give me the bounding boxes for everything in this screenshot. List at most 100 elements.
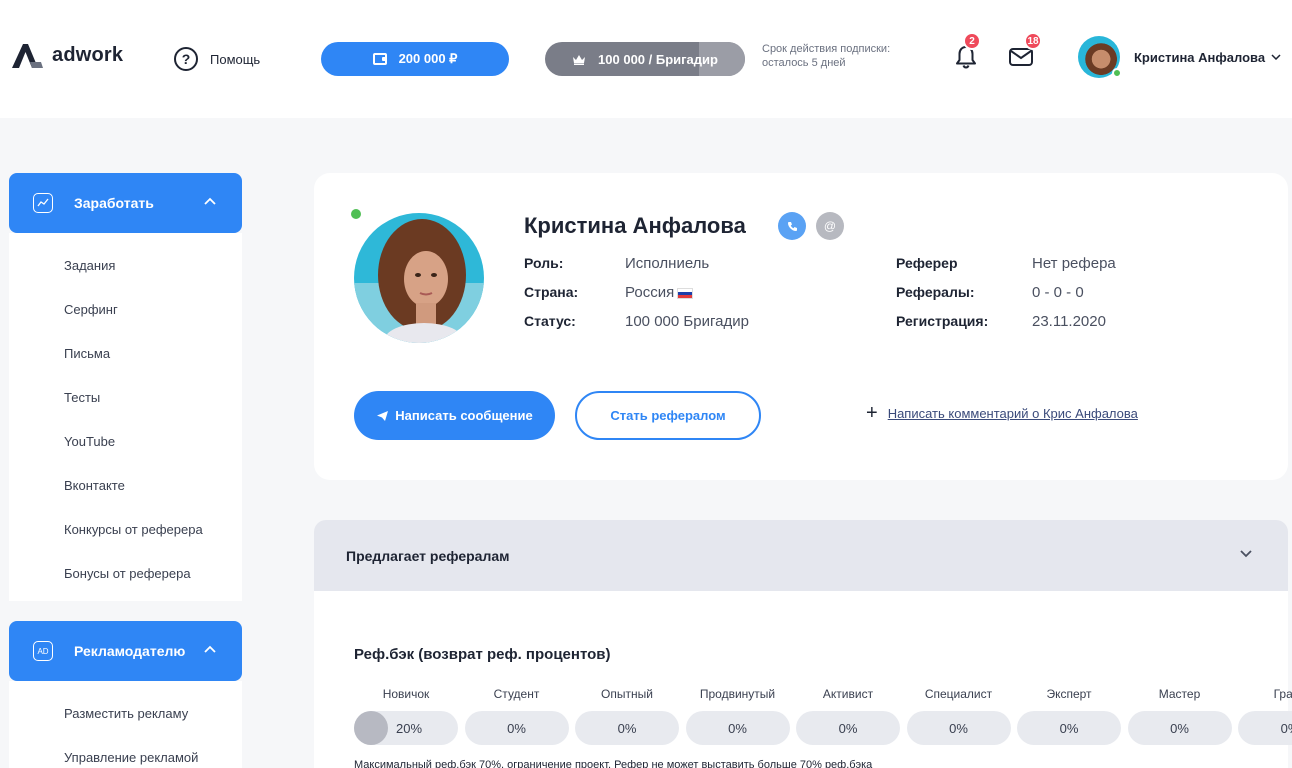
chevron-down-icon <box>1271 54 1281 60</box>
info-key: Рефералы: <box>896 284 975 300</box>
level-value-slider[interactable]: 0% <box>1127 711 1232 745</box>
level-value: 0% <box>838 720 858 736</box>
sidebar-item-vkontakte[interactable]: Вконтакте <box>9 463 242 507</box>
refback-levels: Новичок 20% Студент 0% Опытный 0% Продвинутый 0… <box>354 687 1292 747</box>
refback-level: Гранд 0% <box>1238 687 1292 745</box>
sidebar-item-bonuses[interactable]: Бонусы от реферера <box>9 551 242 595</box>
level-name: Активист <box>822 687 874 701</box>
ad-icon: AD <box>33 641 53 661</box>
level-value-slider[interactable]: 0% <box>1238 711 1292 745</box>
help-button[interactable]: ? Помощь <box>174 47 260 71</box>
level-value-slider[interactable]: 0% <box>796 711 900 745</box>
sidebar-item-youtube[interactable]: YouTube <box>9 419 242 463</box>
info-value: Нет рефера <box>1032 255 1116 272</box>
refback-level: Новичок 20% <box>354 687 458 745</box>
online-indicator <box>351 209 361 219</box>
info-key: Регистрация: <box>896 313 989 329</box>
top-header: adwork ? Помощь 200 000 ₽ 100 000 / Бриг… <box>0 0 1292 118</box>
level-value: 0% <box>1170 720 1189 736</box>
logo[interactable]: adwork <box>10 40 123 70</box>
level-value: 0% <box>728 720 747 736</box>
phone-icon <box>787 221 797 231</box>
chart-icon <box>33 193 53 213</box>
logo-icon <box>12 44 43 68</box>
balance-button[interactable]: 200 000 ₽ <box>321 42 509 76</box>
plan-label: 100 000 / Бригадир <box>598 51 718 67</box>
refback-level: Эксперт 0% <box>1017 687 1121 745</box>
sidebar-item-tasks[interactable]: Задания <box>9 243 242 287</box>
notifications-button[interactable]: 2 <box>953 32 981 75</box>
profile-photo <box>354 213 484 343</box>
write-comment-link[interactable]: + Написать комментарий о Крис Анфалова <box>866 403 1138 423</box>
level-value-slider[interactable]: 0% <box>464 711 569 745</box>
info-value: Россия <box>625 284 675 301</box>
write-message-button[interactable]: Написать сообщение <box>354 391 555 440</box>
refback-level: Студент 0% <box>464 687 569 745</box>
wallet-icon <box>372 53 387 65</box>
sidebar-item-place-ad[interactable]: Разместить рекламу <box>9 691 242 735</box>
refback-level: Мастер 0% <box>1127 687 1232 745</box>
sidebar-item-letters[interactable]: Письма <box>9 331 242 375</box>
subscription-note: Срок действия подписки: осталось 5 дней <box>762 42 912 70</box>
level-value-slider[interactable]: 0% <box>575 711 679 745</box>
info-key: Роль: <box>524 255 564 271</box>
info-value: Исполниель <box>625 255 710 272</box>
level-value: 0% <box>507 720 526 736</box>
refback-level: Опытный 0% <box>575 687 679 745</box>
sidebar-list-earn: Задания Серфинг Письма Тесты YouTube Вко… <box>9 233 242 601</box>
info-value: 100 000 Бригадир <box>625 313 749 330</box>
section-label: Рекламодателю <box>74 643 186 659</box>
slider-handle[interactable] <box>354 711 388 745</box>
sidebar-list-advertiser: Разместить рекламу Управление рекламой <box>9 681 242 768</box>
write-message-label: Написать сообщение <box>395 408 533 423</box>
level-value: 20% <box>396 720 423 736</box>
level-value-slider[interactable]: 0% <box>685 711 790 745</box>
profile-name: Кристина Анфалова <box>524 213 746 238</box>
info-value-wrap: Россия <box>625 284 694 301</box>
chevron-up-icon <box>204 197 216 205</box>
become-referral-button[interactable]: Стать рефералом <box>575 391 761 440</box>
balance-label: 200 000 ₽ <box>398 51 458 66</box>
subscription-note-line2: осталось 5 дней <box>762 57 846 69</box>
sidebar-item-manage-ads[interactable]: Управление рекламой <box>9 735 242 768</box>
email-button[interactable]: @ <box>816 212 844 240</box>
level-value-slider[interactable]: 0% <box>1017 711 1121 745</box>
messages-button[interactable]: 18 <box>1008 32 1042 73</box>
sidebar-item-surfing[interactable]: Серфинг <box>9 287 242 331</box>
phone-button[interactable] <box>778 212 806 240</box>
refback-title: Реф.бэк (возврат реф. процентов) <box>354 646 611 663</box>
subscription-note-line1: Срок действия подписки: <box>762 43 891 55</box>
plan-button[interactable]: 100 000 / Бригадир <box>545 42 745 76</box>
level-value: 0% <box>1059 720 1079 736</box>
sidebar-item-tests[interactable]: Тесты <box>9 375 242 419</box>
level-name: Эксперт <box>1046 687 1092 701</box>
level-value: 0% <box>617 720 637 736</box>
refback-level: Продвинутый 0% <box>685 687 790 745</box>
level-value-slider[interactable]: 20% <box>354 711 458 745</box>
avatar <box>1078 36 1122 78</box>
referral-offers-accordion[interactable]: Предлагает рефералам <box>314 520 1288 591</box>
level-name: Продвинутый <box>699 687 776 701</box>
write-comment-label: Написать комментарий о Крис Анфалова <box>887 405 1138 421</box>
refback-level: Активист 0% <box>796 687 900 745</box>
info-value: 0 - 0 - 0 <box>1032 284 1084 301</box>
crown-icon <box>573 54 586 65</box>
sidebar-section-advertiser[interactable]: AD Рекламодателю <box>9 621 242 681</box>
profile-photo-wrap <box>351 209 484 343</box>
level-name: Гранд <box>1273 687 1292 701</box>
sidebar-item-contests[interactable]: Конкурсы от реферера <box>9 507 242 551</box>
question-icon: ? <box>174 47 198 71</box>
info-value: 23.11.2020 <box>1032 313 1106 330</box>
level-value: 0% <box>949 720 968 736</box>
user-name: Кристина Анфалова <box>1134 49 1266 65</box>
russia-flag-icon <box>677 287 694 299</box>
user-menu[interactable]: Кристина Анфалова <box>1078 36 1281 78</box>
level-value-slider[interactable]: 0% <box>906 711 1011 745</box>
section-label: Заработать <box>74 195 154 211</box>
info-key: Статус: <box>524 313 576 329</box>
online-indicator <box>1112 68 1122 78</box>
plus-icon: + <box>866 402 878 424</box>
chevron-down-icon <box>1240 550 1252 558</box>
sidebar-section-earn[interactable]: Заработать <box>9 173 242 233</box>
accordion-label: Предлагает рефералам <box>346 547 510 564</box>
